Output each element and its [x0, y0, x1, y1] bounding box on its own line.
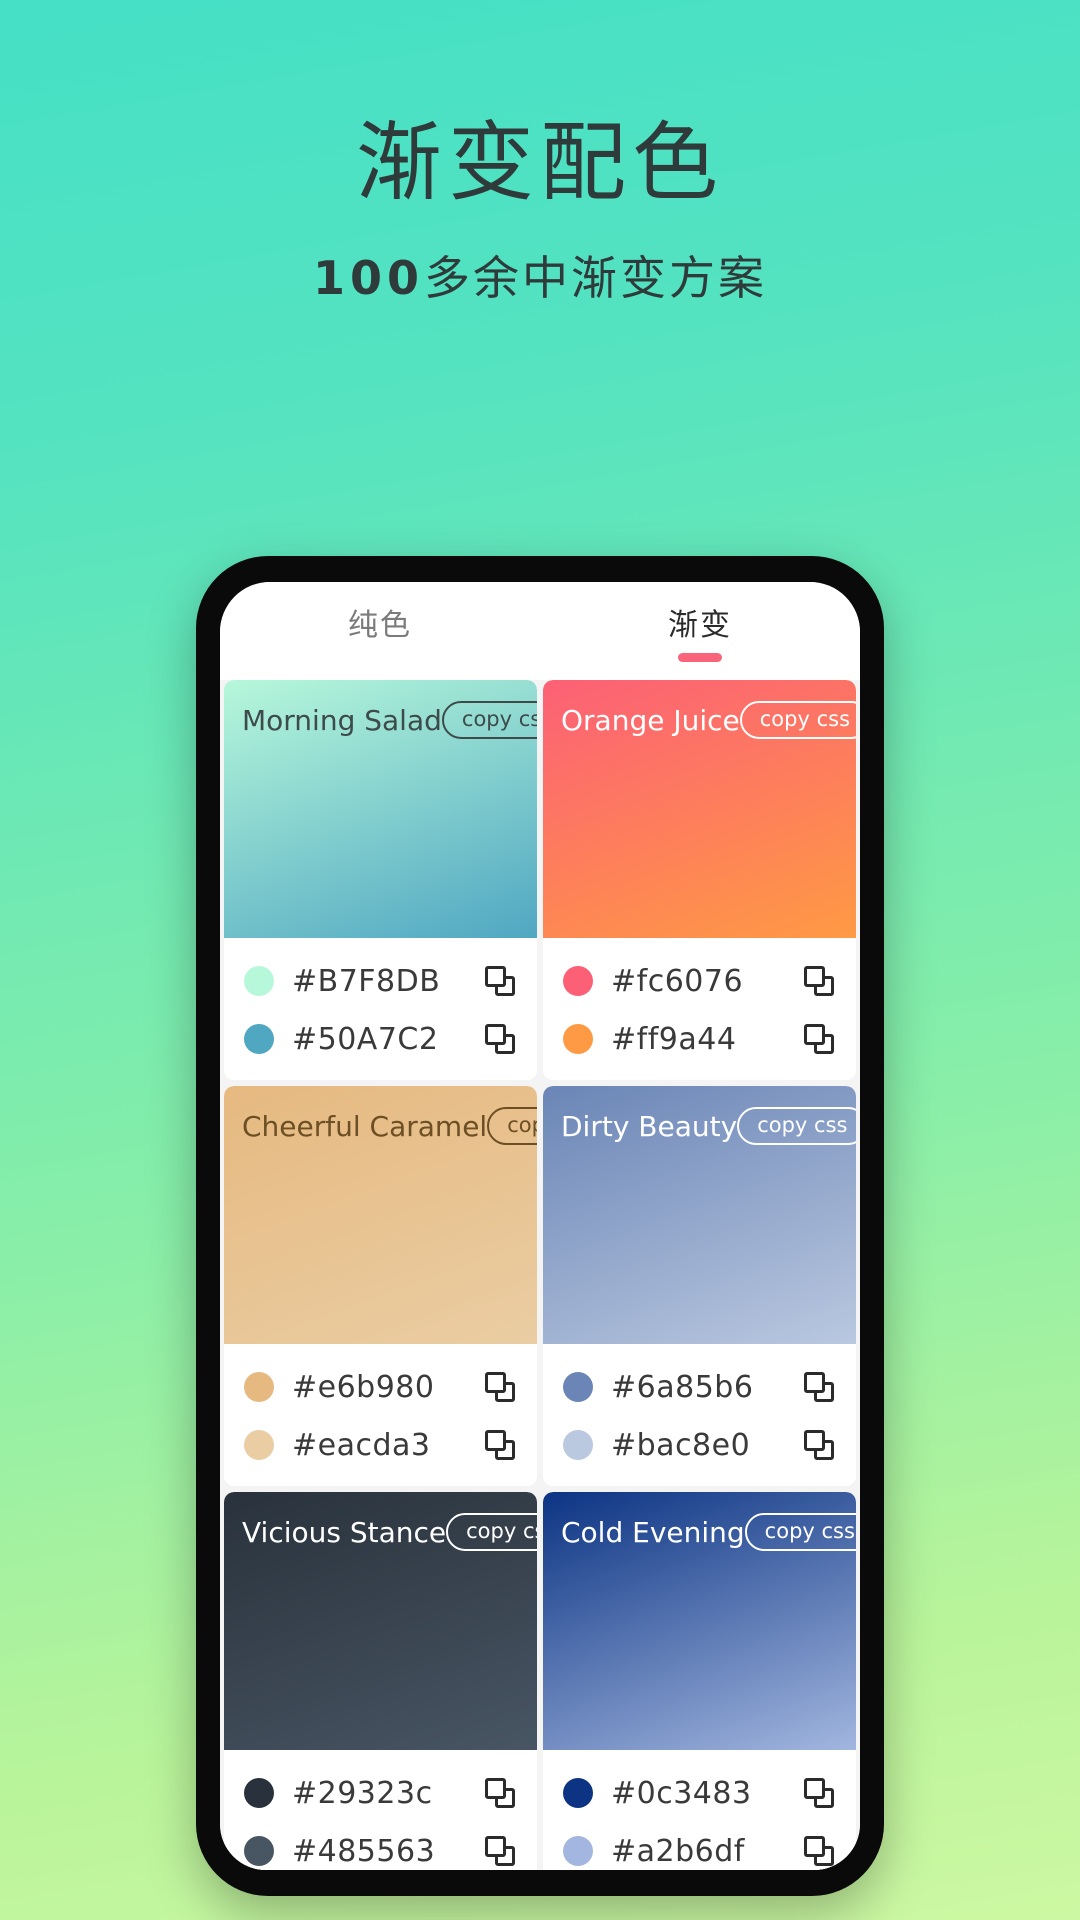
gradient-name: Cold Evening: [561, 1515, 745, 1549]
tab-gradient-indicator: [678, 653, 722, 662]
card-header: Dirty Beauty copy css: [543, 1086, 856, 1166]
gradient-preview: Vicious Stancecopy css: [224, 1492, 537, 1750]
card-header: Cold Evening copy css: [543, 1492, 856, 1572]
tab-bar: 纯色 渐变: [220, 582, 860, 680]
gradient-name: Dirty Beauty: [561, 1109, 738, 1143]
gradient-card[interactable]: Vicious Stancecopy css #29323c #485563: [224, 1492, 537, 1870]
hex-list: #0c3483 #a2b6df: [543, 1750, 856, 1870]
color-dot: [244, 1778, 274, 1808]
hex-row[interactable]: #e6b980: [224, 1358, 537, 1416]
hex-value: #ff9a44: [611, 1021, 737, 1057]
color-dot: [563, 1024, 593, 1054]
gradient-card-grid: Morning Saladcopy css#B7F8DB#50A7C2Orang…: [220, 680, 860, 1870]
hex-value: #50A7C2: [292, 1021, 439, 1057]
hex-list: #e6b980 #eacda3: [224, 1344, 537, 1486]
tab-solid-label: 纯色: [348, 608, 412, 643]
hex-row[interactable]: #bac8e0: [543, 1416, 856, 1474]
copy-icon[interactable]: [485, 1024, 515, 1054]
hex-row[interactable]: #29323c: [224, 1764, 537, 1822]
hex-value: #fc6076: [611, 963, 744, 999]
hex-row[interactable]: #ff9a44: [543, 1010, 856, 1068]
gradient-name: Vicious Stance: [242, 1515, 447, 1549]
phone-screen: 纯色 渐变 Morning Saladcopy css#B7F8DB#50A7C…: [220, 582, 860, 1870]
hex-value: #eacda3: [292, 1427, 431, 1463]
copy-css-button[interactable]: copy css: [737, 1107, 856, 1145]
hex-value: #B7F8DB: [292, 963, 441, 999]
copy-icon[interactable]: [485, 1836, 515, 1866]
hex-row[interactable]: #eacda3: [224, 1416, 537, 1474]
hero-section: 渐变配色 100多余中渐变方案: [0, 0, 1080, 308]
copy-icon[interactable]: [804, 966, 834, 996]
hex-list: #6a85b6 #bac8e0: [543, 1344, 856, 1486]
tab-solid[interactable]: 纯色: [220, 582, 540, 680]
hex-row[interactable]: #50A7C2: [224, 1010, 537, 1068]
hex-value: #0c3483: [611, 1775, 752, 1811]
color-dot: [244, 966, 274, 996]
card-header: Vicious Stancecopy css: [224, 1492, 537, 1572]
color-dot: [563, 966, 593, 996]
hex-value: #6a85b6: [611, 1369, 754, 1405]
color-dot: [563, 1836, 593, 1866]
copy-icon[interactable]: [485, 1372, 515, 1402]
gradient-name: Orange Juice: [561, 703, 740, 737]
card-header: Cheerful Caramelcopy css: [224, 1086, 537, 1166]
gradient-preview: Orange Juice copy css: [543, 680, 856, 938]
color-dot: [563, 1778, 593, 1808]
copy-icon[interactable]: [804, 1836, 834, 1866]
copy-icon[interactable]: [804, 1778, 834, 1808]
gradient-preview: Cheerful Caramelcopy css: [224, 1086, 537, 1344]
hex-row[interactable]: #fc6076: [543, 952, 856, 1010]
hex-list: #fc6076 #ff9a44: [543, 938, 856, 1080]
color-dot: [563, 1372, 593, 1402]
hex-list: #B7F8DB #50A7C2: [224, 938, 537, 1080]
color-dot: [244, 1372, 274, 1402]
gradient-preview: Dirty Beauty copy css: [543, 1086, 856, 1344]
gradient-name: Cheerful Caramel: [242, 1109, 488, 1143]
hex-value: #485563: [292, 1833, 436, 1869]
phone-mockup: 纯色 渐变 Morning Saladcopy css#B7F8DB#50A7C…: [196, 556, 884, 1896]
color-dot: [244, 1024, 274, 1054]
copy-css-button[interactable]: copy css: [739, 701, 856, 739]
hex-row[interactable]: #a2b6df: [543, 1822, 856, 1870]
page-title: 渐变配色: [356, 113, 724, 213]
subtitle-text: 多余中渐变方案: [424, 251, 768, 306]
tab-gradient-label: 渐变: [668, 608, 732, 643]
hex-value: #29323c: [292, 1775, 433, 1811]
gradient-name: Morning Salad: [242, 703, 442, 737]
gradient-card[interactable]: Cold Evening copy css #0c3483 #a2b6df: [543, 1492, 856, 1870]
color-dot: [563, 1430, 593, 1460]
page-subtitle: 100多余中渐变方案: [0, 242, 1080, 308]
copy-icon[interactable]: [485, 966, 515, 996]
hex-value: #bac8e0: [611, 1427, 751, 1463]
gradient-card[interactable]: Orange Juice copy css #fc6076 #ff9a44: [543, 680, 856, 1080]
hex-row[interactable]: #6a85b6: [543, 1358, 856, 1416]
copy-css-button[interactable]: copy css: [441, 701, 537, 739]
color-dot: [244, 1836, 274, 1866]
copy-icon[interactable]: [804, 1024, 834, 1054]
hex-row[interactable]: #485563: [224, 1822, 537, 1870]
subtitle-count: 100: [312, 251, 425, 306]
gradient-preview: Cold Evening copy css: [543, 1492, 856, 1750]
hex-value: #e6b980: [292, 1369, 435, 1405]
gradient-card[interactable]: Morning Saladcopy css #B7F8DB #50A7C2: [224, 680, 537, 1080]
copy-icon[interactable]: [485, 1778, 515, 1808]
hex-row[interactable]: #B7F8DB: [224, 952, 537, 1010]
hex-list: #29323c #485563: [224, 1750, 537, 1870]
copy-icon[interactable]: [804, 1430, 834, 1460]
tab-gradient[interactable]: 渐变: [540, 582, 860, 680]
gradient-card[interactable]: Cheerful Caramelcopy css #e6b980 #eacda3: [224, 1086, 537, 1486]
card-header: Orange Juice copy css: [543, 680, 856, 760]
gradient-preview: Morning Saladcopy css: [224, 680, 537, 938]
gradient-card[interactable]: Dirty Beauty copy css #6a85b6 #bac8e0: [543, 1086, 856, 1486]
copy-css-button[interactable]: copy css: [446, 1513, 537, 1551]
copy-css-button[interactable]: copy css: [744, 1513, 856, 1551]
copy-icon[interactable]: [804, 1372, 834, 1402]
copy-css-button[interactable]: copy css: [487, 1107, 537, 1145]
hex-row[interactable]: #0c3483: [543, 1764, 856, 1822]
card-header: Morning Saladcopy css: [224, 680, 537, 760]
copy-icon[interactable]: [485, 1430, 515, 1460]
hex-value: #a2b6df: [611, 1833, 745, 1869]
color-dot: [244, 1430, 274, 1460]
